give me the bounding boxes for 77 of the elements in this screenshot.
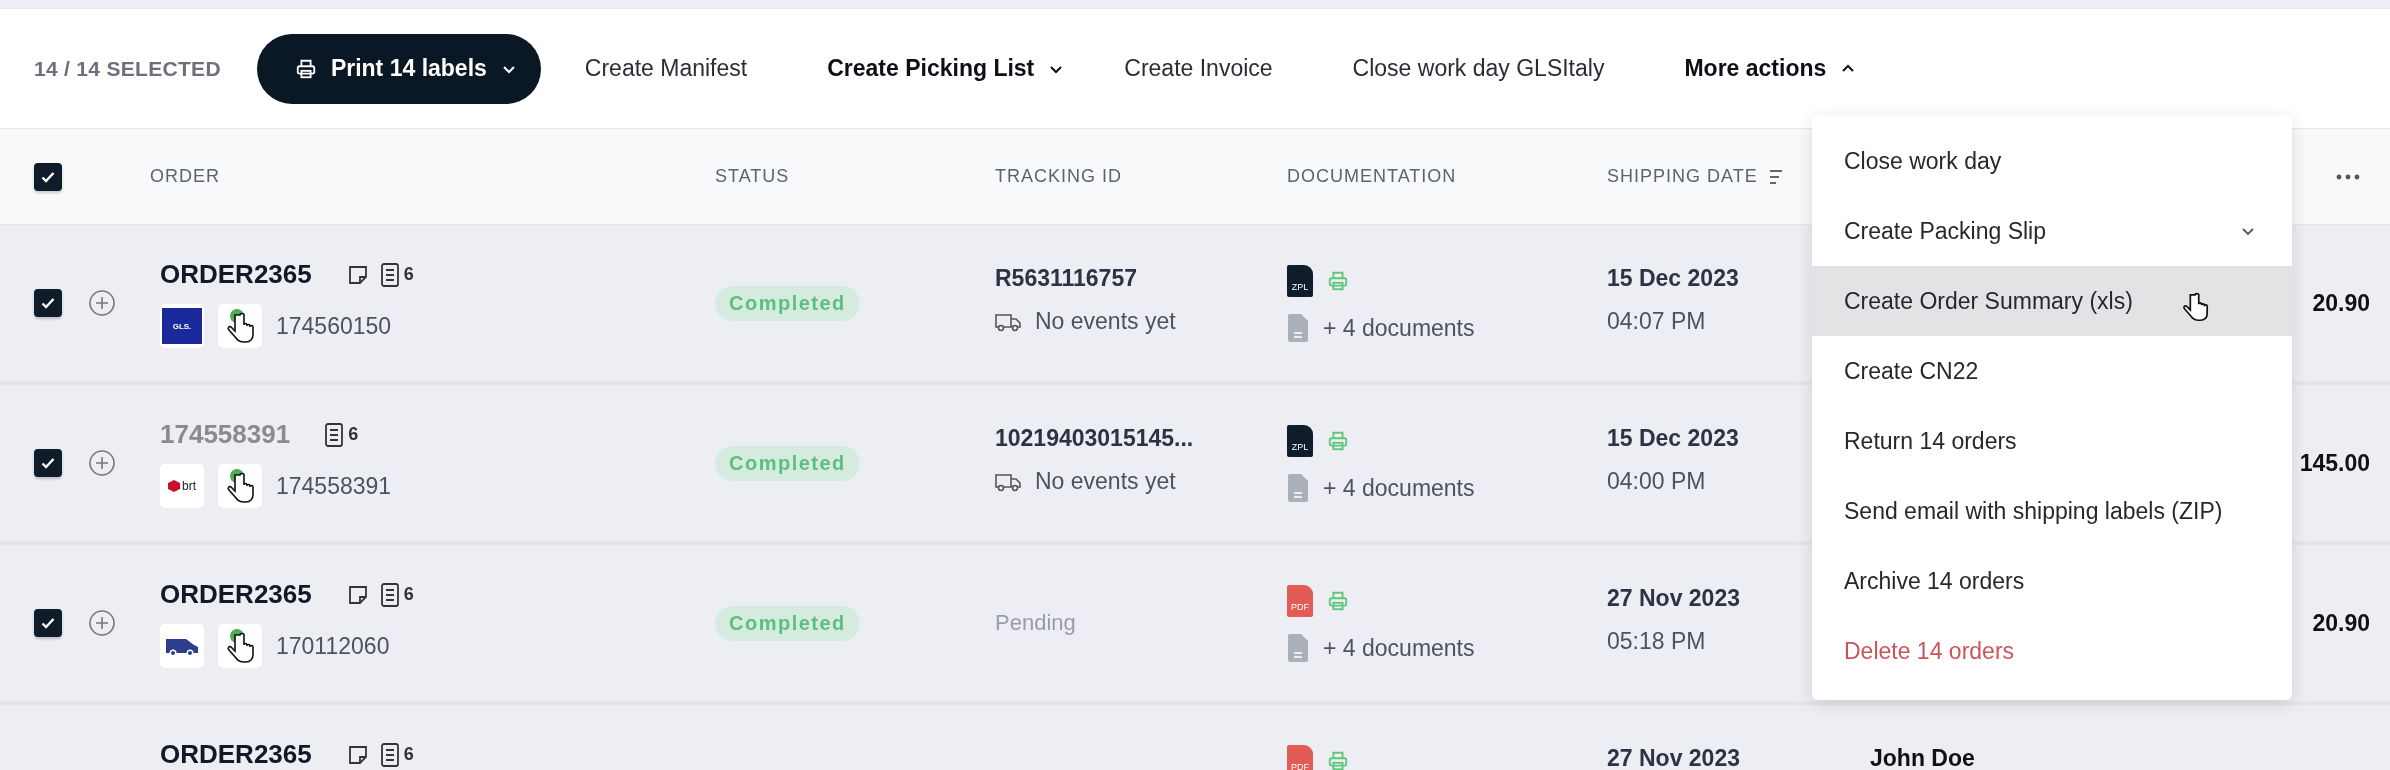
action-button[interactable]: Close work day GLSItaly [1352,55,1605,82]
shipping-date: 27 Nov 2023 [1607,585,1741,612]
file-icon[interactable]: PDF [1287,585,1313,617]
column-header[interactable]: DOCUMENTATION [1287,166,1457,187]
file-icon [1287,473,1309,503]
more-icon[interactable] [2336,173,2360,180]
document-icon [379,741,400,768]
shipping-time: 04:07 PM [1607,308,1707,335]
document-count: 6 [403,264,414,285]
selection-count: 14 / 14 SELECTED [34,56,221,81]
order-id: 174560150 [276,312,392,340]
menu-item[interactable]: Delete 14 orders [1812,616,2292,686]
order-amount: 20.90 [2312,289,2370,317]
row-checkbox[interactable] [34,289,62,317]
print-labels-button[interactable]: Print 14 labels [256,33,541,104]
status-badge: Completed [715,605,860,641]
row-checkbox[interactable] [34,609,62,637]
order-id: 174558391 [276,472,392,500]
tracking-id[interactable]: R5631116757 [995,265,1287,292]
column-header[interactable]: TRACKING ID [995,166,1122,187]
shipping-date: 27 Nov 2023 [1607,745,1741,770]
expand-icon[interactable] [88,609,116,637]
order-id: 170112060 [276,632,390,660]
printer-icon [294,57,317,80]
dropdown-button[interactable]: Create Picking List [827,55,1065,82]
document-icon [379,581,400,608]
menu-item[interactable]: Archive 14 orders [1812,546,2292,616]
order-name[interactable]: ORDER2365 [160,739,312,770]
tracking-events: No events yet [1035,308,1176,335]
carrier-logo: GLS. [160,304,204,348]
file-icon[interactable]: ZPL [1287,425,1313,457]
file-icon [1287,313,1309,343]
truck-icon [995,311,1021,332]
order-name[interactable]: ORDER2365 [160,259,312,290]
menu-item[interactable]: Create Order Summary (xls) [1812,266,2292,336]
menu-item[interactable]: Create Packing Slip [1812,196,2292,266]
order-amount: 145.00 [2299,449,2370,477]
status-badge: Completed [715,445,860,481]
more-documents-link[interactable]: + 4 documents [1323,634,1475,662]
action-button[interactable]: Create Manifest [584,55,748,82]
dropdown-button[interactable]: More actions [1684,55,1857,82]
expand-icon[interactable] [88,449,116,477]
column-header[interactable]: STATUS [715,166,790,187]
shipping-date: 15 Dec 2023 [1607,265,1740,292]
document-count: 6 [348,424,359,445]
status-badge: Completed [715,285,860,321]
tracking-status: Pending [995,610,1076,636]
menu-item[interactable]: Return 14 orders [1812,406,2292,476]
order-name[interactable]: ORDER2365 [160,579,312,610]
tracking-id[interactable]: 10219403015145... [995,425,1287,452]
shipping-time: 04:00 PM [1607,468,1707,495]
file-icon[interactable]: ZPL [1287,265,1313,297]
more-documents-link[interactable]: + 4 documents [1323,314,1475,342]
order-amount: 20.90 [2312,609,2370,637]
document-icon [379,261,400,288]
file-icon[interactable]: PDF [1287,745,1313,770]
row-checkbox[interactable] [34,449,62,477]
document-count: 6 [403,584,414,605]
carrier-logo: brt [160,464,204,508]
menu-item[interactable]: Create CN22 [1812,336,2292,406]
van-icon [160,624,204,668]
menu-item[interactable]: Close work day [1812,126,2292,196]
customer-name: John Doe [1870,745,1976,770]
truck-icon [995,471,1021,492]
hand-pointer-icon[interactable] [218,624,262,668]
action-button[interactable]: Create Invoice [1124,55,1273,82]
hand-pointer-icon[interactable] [218,464,262,508]
file-icon [1287,633,1309,663]
more-documents-link[interactable]: + 4 documents [1323,474,1475,502]
tracking-events: No events yet [1035,468,1176,495]
document-count: 6 [403,744,414,765]
expand-icon[interactable] [88,289,116,317]
column-header[interactable]: SHIPPING DATE [1607,166,1758,187]
select-all-checkbox[interactable] [34,162,62,191]
column-header[interactable]: ORDER [150,166,220,187]
hand-pointer-icon[interactable] [218,304,262,348]
menu-item[interactable]: Send email with shipping labels (ZIP) [1812,476,2292,546]
